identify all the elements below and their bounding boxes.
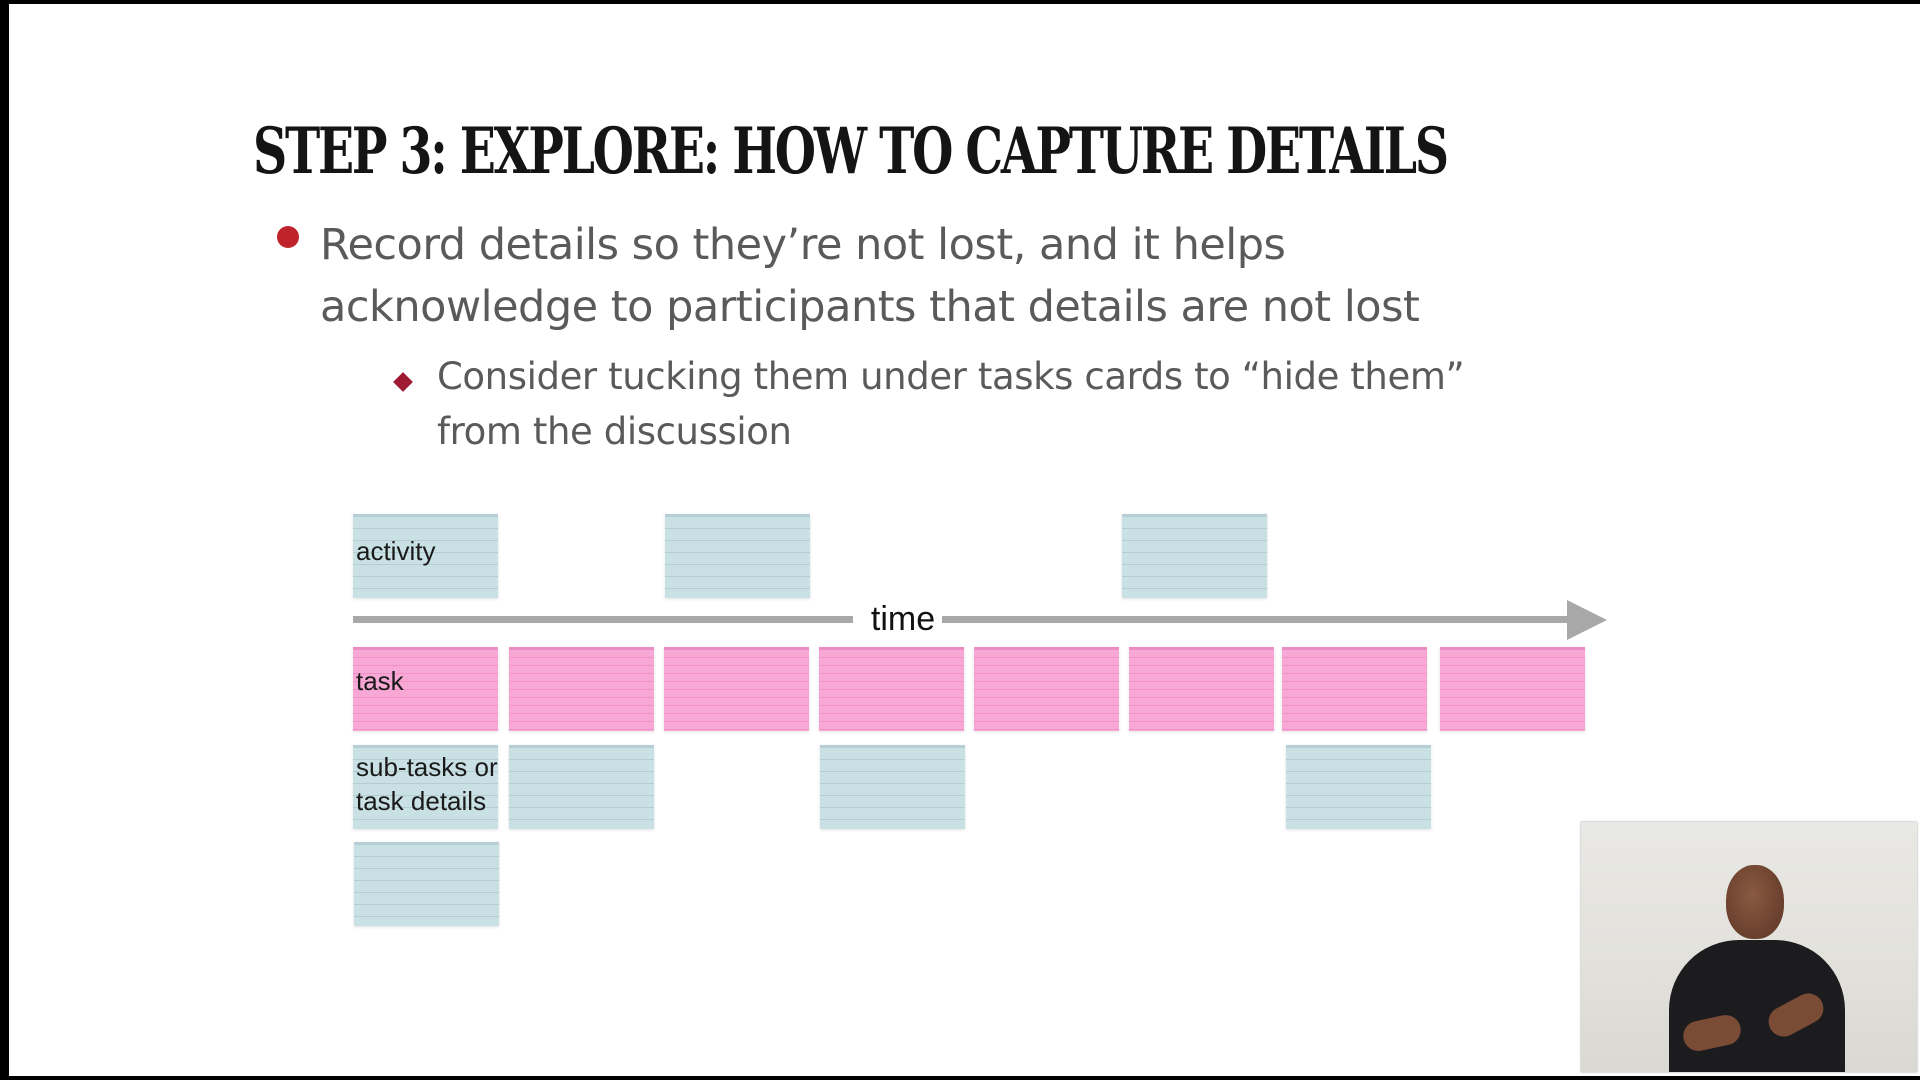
timeline-line xyxy=(353,616,853,623)
activity-card: activity xyxy=(353,514,498,598)
task-card xyxy=(664,647,809,731)
subtask-label-line-1: sub-tasks or xyxy=(356,752,498,782)
diamond-bullet-icon xyxy=(393,372,413,392)
timeline-line xyxy=(942,616,1572,623)
slide-title: STEP 3: EXPLORE: HOW TO CAPTURE DETAILS xyxy=(253,114,1449,189)
task-card xyxy=(819,647,964,731)
task-label: task xyxy=(356,666,404,696)
subtask-card: sub-tasks or task details xyxy=(353,745,498,829)
task-card: task xyxy=(353,647,498,731)
bullet-text: Record details so they’re not lost, and … xyxy=(320,220,1420,332)
activity-card xyxy=(665,514,810,598)
task-card xyxy=(509,647,654,731)
task-card xyxy=(1282,647,1427,731)
task-card xyxy=(1440,647,1585,731)
subtask-card xyxy=(509,745,654,829)
presenter-video-thumbnail xyxy=(1581,822,1917,1072)
task-card xyxy=(974,647,1119,731)
sub-bullet-text: Consider tucking them under tasks cards … xyxy=(437,355,1465,453)
task-card xyxy=(1129,647,1274,731)
video-frame: STEP 3: EXPLORE: HOW TO CAPTURE DETAILS … xyxy=(0,0,1920,1080)
activity-card xyxy=(1122,514,1267,598)
presenter-head xyxy=(1726,865,1784,939)
presentation-slide: STEP 3: EXPLORE: HOW TO CAPTURE DETAILS … xyxy=(9,4,1920,1076)
arrow-right-icon xyxy=(1567,600,1607,640)
subtask-card xyxy=(354,842,499,926)
subtask-label-line-2: task details xyxy=(356,786,487,816)
timeline-label: time xyxy=(870,600,936,638)
subtask-card xyxy=(1286,745,1431,829)
filled-circle-bullet-icon xyxy=(277,226,299,248)
subtask-card xyxy=(820,745,965,829)
activity-label: activity xyxy=(356,536,436,566)
